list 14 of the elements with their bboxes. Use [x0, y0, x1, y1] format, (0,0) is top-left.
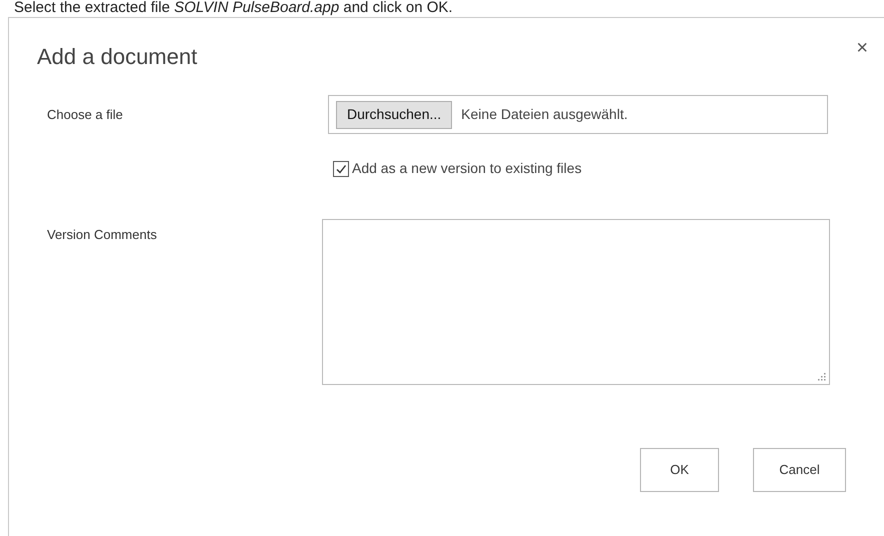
dialog-title: Add a document	[37, 43, 198, 71]
checkmark-icon	[335, 162, 347, 174]
field-label: Version Comments	[47, 226, 158, 244]
file-status-text: Keine Dateien ausgewählt.	[461, 105, 628, 124]
field-label: Choose a file	[47, 106, 124, 124]
checkbox[interactable]	[333, 160, 349, 176]
checkbox-label: Add as a new version to existing files	[352, 159, 582, 178]
cancel-button[interactable]: Cancel	[753, 448, 846, 492]
browse-button[interactable]: Durchsuchen...	[336, 100, 452, 128]
file-input-field[interactable]: Durchsuchen... Keine Dateien ausgewählt.	[328, 95, 828, 134]
resize-grip-icon	[818, 373, 826, 381]
instruction-text: Select the extracted file SOLVIN PulseBoard.app and click on OK.	[13, 0, 454, 17]
ok-button[interactable]: OK	[640, 448, 719, 492]
close-button[interactable]: ×	[856, 38, 868, 58]
